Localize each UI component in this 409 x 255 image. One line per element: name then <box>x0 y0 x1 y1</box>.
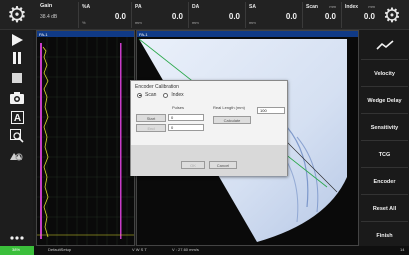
measure-label: %A <box>82 4 91 10</box>
measure-pa[interactable]: PA mm 0.0 <box>131 2 187 28</box>
app-window: ⚙ Gain 38.4 dB %A % 0.0 PA mm 0.0 DA mm … <box>0 0 409 255</box>
measure-label: DA <box>192 4 200 10</box>
radio-index-label: Index <box>171 92 184 98</box>
measure-value: 0.0 <box>114 12 126 21</box>
measure-scan[interactable]: Scan mm 0.0 <box>302 2 340 28</box>
real-length-label: Real Length (mm) <box>213 105 246 110</box>
status-right: 14 <box>400 247 405 252</box>
zoom-icon[interactable] <box>8 128 26 144</box>
image-zoom-icon[interactable] <box>8 147 26 163</box>
encoder-button[interactable]: Encoder <box>361 169 408 195</box>
measure-unit: mm <box>329 4 336 9</box>
tcg-button[interactable]: TCG <box>361 142 408 168</box>
setup-name: DefaultSetup <box>48 247 72 252</box>
wedge-delay-button[interactable]: Wedge Delay <box>361 88 408 114</box>
ascan-plot <box>37 37 134 245</box>
measure-value: 0.0 <box>285 12 297 21</box>
left-toolbar: A <box>0 30 33 246</box>
measure-unit: mm <box>135 20 142 25</box>
measure-label: SA <box>249 4 256 10</box>
measure-label: Scan <box>306 4 318 10</box>
play-icon[interactable] <box>8 32 26 48</box>
measure-index[interactable]: Index mm 0.0 <box>341 2 379 28</box>
measure-da[interactable]: DA mm 0.0 <box>188 2 244 28</box>
measure-unit: % <box>82 20 86 25</box>
encoder-calibration-dialog: Encoder Calibration Scan Index Pulses Re… <box>130 80 288 176</box>
radio-scan-label: Scan <box>145 92 157 98</box>
gain-value: 38.4 dB <box>40 14 58 20</box>
measure-unit: mm <box>368 4 375 9</box>
gain-label: Gain <box>40 3 53 9</box>
pause-icon[interactable] <box>8 50 26 66</box>
radio-scan[interactable] <box>137 92 142 98</box>
more-icon[interactable] <box>8 230 26 246</box>
settings-icon[interactable]: ⚙ <box>379 3 405 27</box>
axis-radio-group: Scan Index <box>137 92 184 98</box>
start-button[interactable]: Start <box>136 114 166 122</box>
velocity-readout: V : 27.60 mm/s <box>172 247 199 252</box>
ok-button[interactable]: OK <box>181 161 205 169</box>
measure-value: 0.0 <box>228 12 240 21</box>
top-measurement-bar: ⚙ Gain 38.4 dB %A % 0.0 PA mm 0.0 DA mm … <box>0 0 409 30</box>
text-a-icon[interactable]: A <box>8 109 26 125</box>
svg-text:A: A <box>13 113 20 124</box>
measure-label: PA <box>135 4 142 10</box>
reset-all-button[interactable]: Reset All <box>361 196 408 222</box>
camera-icon[interactable] <box>8 90 26 106</box>
radio-index[interactable] <box>163 92 169 98</box>
ascan-view[interactable]: PA-1 <box>36 30 135 246</box>
sensitivity-button[interactable]: Sensitivity <box>361 115 408 141</box>
measure-value: 0.0 <box>363 12 375 21</box>
stop-icon[interactable] <box>8 70 26 86</box>
real-length-field[interactable]: 100 <box>257 107 285 114</box>
gain-readout[interactable]: Gain 38.4 dB <box>36 2 74 28</box>
measure-label: Index <box>345 4 359 10</box>
pulses-label: Pulses <box>172 105 185 110</box>
measure-percent-a[interactable]: %A % 0.0 <box>78 2 130 28</box>
start-pulses-field[interactable]: 0 <box>168 114 204 121</box>
trend-icon[interactable] <box>361 30 408 60</box>
dialog-footer: OK Cancel <box>131 145 287 176</box>
calculate-button[interactable]: Calculate <box>213 116 251 124</box>
velocity-button[interactable]: Velocity <box>361 61 408 87</box>
cancel-button[interactable]: Cancel <box>209 161 237 169</box>
gear-icon[interactable]: ⚙ <box>4 2 30 27</box>
right-menu: Velocity Wedge Delay Sensitivity TCG Enc… <box>360 30 409 246</box>
status-bar: 38% DefaultSetup V W S T V : 27.60 mm/s … <box>0 246 409 255</box>
status-flags: V W S T <box>132 247 147 252</box>
battery-level: 38% <box>12 247 21 252</box>
measure-sa[interactable]: SA mm 0.0 <box>245 2 301 28</box>
end-pulses-field[interactable]: 0 <box>168 124 204 131</box>
end-button[interactable]: End <box>136 124 166 132</box>
measure-value: 0.0 <box>171 12 183 21</box>
measure-unit: mm <box>249 20 256 25</box>
measure-unit: mm <box>192 20 199 25</box>
measure-value: 0.0 <box>324 12 336 21</box>
dialog-title: Encoder Calibration <box>135 84 179 90</box>
